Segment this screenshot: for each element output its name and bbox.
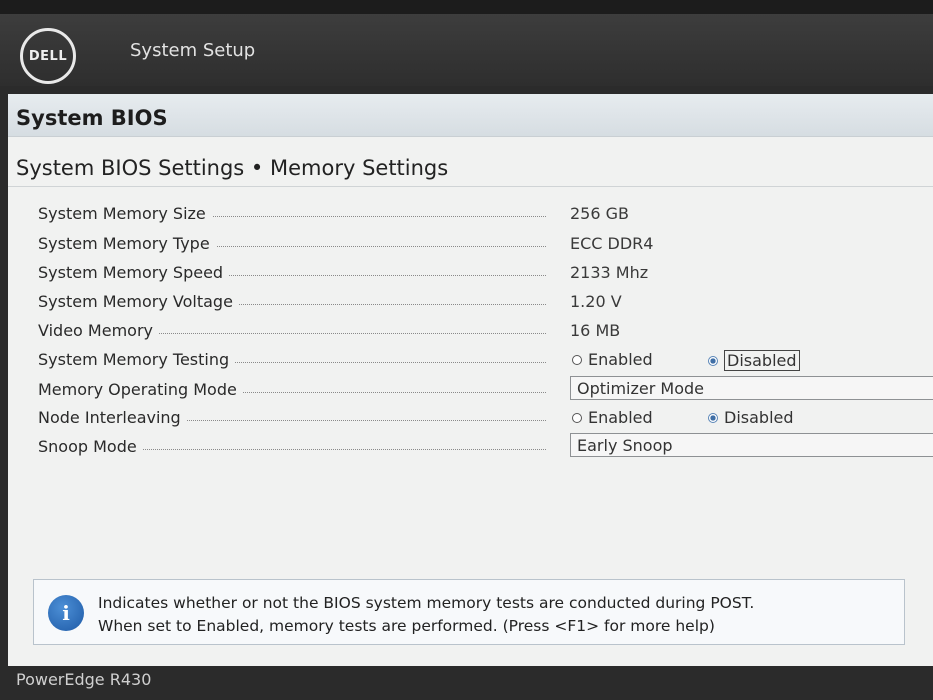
setting-value: 1.20 V [570,292,622,311]
row-snoop-mode: Snoop Mode Early Snoop [38,433,933,459]
app-header: DELL System Setup [0,14,933,86]
node-interleaving-disabled-radio[interactable]: Disabled [708,408,794,427]
radio-label: Enabled [588,408,653,427]
setting-label: System Memory Type [38,234,216,253]
snoop-mode-select[interactable]: Early Snoop [570,433,933,457]
setting-value: 2133 Mhz [570,263,649,282]
help-text: Indicates whether or not the BIOS system… [98,592,754,638]
page-title: System BIOS Settings • Memory Settings [16,156,449,180]
setting-label: System Memory Size [38,204,212,223]
row-memory-operating-mode: Memory Operating Mode Optimizer Mode [38,376,933,402]
help-line-1: Indicates whether or not the BIOS system… [98,594,755,612]
info-icon: i [48,595,84,631]
radio-checked-icon [708,412,718,423]
memory-testing-disabled-radio[interactable]: Disabled [708,350,800,371]
main-panel: System BIOS System BIOS Settings • Memor… [8,94,933,666]
radio-label: Enabled [588,350,653,369]
radio-label: Disabled [724,350,800,371]
memory-testing-enabled-radio[interactable]: Enabled [572,350,653,369]
footer-model: PowerEdge R430 [16,670,152,689]
setting-value: 16 MB [570,321,621,340]
radio-checked-icon [708,355,718,366]
help-box: i Indicates whether or not the BIOS syst… [33,579,905,645]
title-divider [8,186,933,187]
app-title: System Setup [130,40,256,61]
row-memory-size: System Memory Size 256 GB [38,202,933,226]
setting-label: Node Interleaving [38,408,187,427]
setting-label: Video Memory [38,321,159,340]
section-bar: System BIOS [8,94,933,137]
row-node-interleaving: Node Interleaving Enabled Disabled [38,406,933,430]
setting-value: ECC DDR4 [570,234,654,253]
setting-label: System Memory Speed [38,263,230,282]
row-memory-speed: System Memory Speed 2133 Mhz [38,261,933,285]
dell-logo: DELL [20,28,76,84]
radio-unchecked-icon [572,412,582,423]
row-memory-type: System Memory Type ECC DDR4 [38,232,933,256]
setting-value: 256 GB [570,204,629,223]
row-video-memory: Video Memory 16 MB [38,319,933,343]
node-interleaving-enabled-radio[interactable]: Enabled [572,408,653,427]
row-memory-testing: System Memory Testing Enabled Disabled [38,348,933,372]
row-memory-voltage: System Memory Voltage 1.20 V [38,290,933,314]
memory-operating-mode-select[interactable]: Optimizer Mode [570,376,933,400]
setting-label: System Memory Voltage [38,292,239,311]
setting-label: Memory Operating Mode [38,380,243,399]
setting-label: Snoop Mode [38,437,143,456]
setting-label: System Memory Testing [38,350,236,369]
screen-bezel [0,0,933,14]
radio-unchecked-icon [572,354,582,365]
section-title: System BIOS [16,106,168,130]
radio-label: Disabled [724,408,794,427]
help-line-2: When set to Enabled, memory tests are pe… [98,617,715,635]
